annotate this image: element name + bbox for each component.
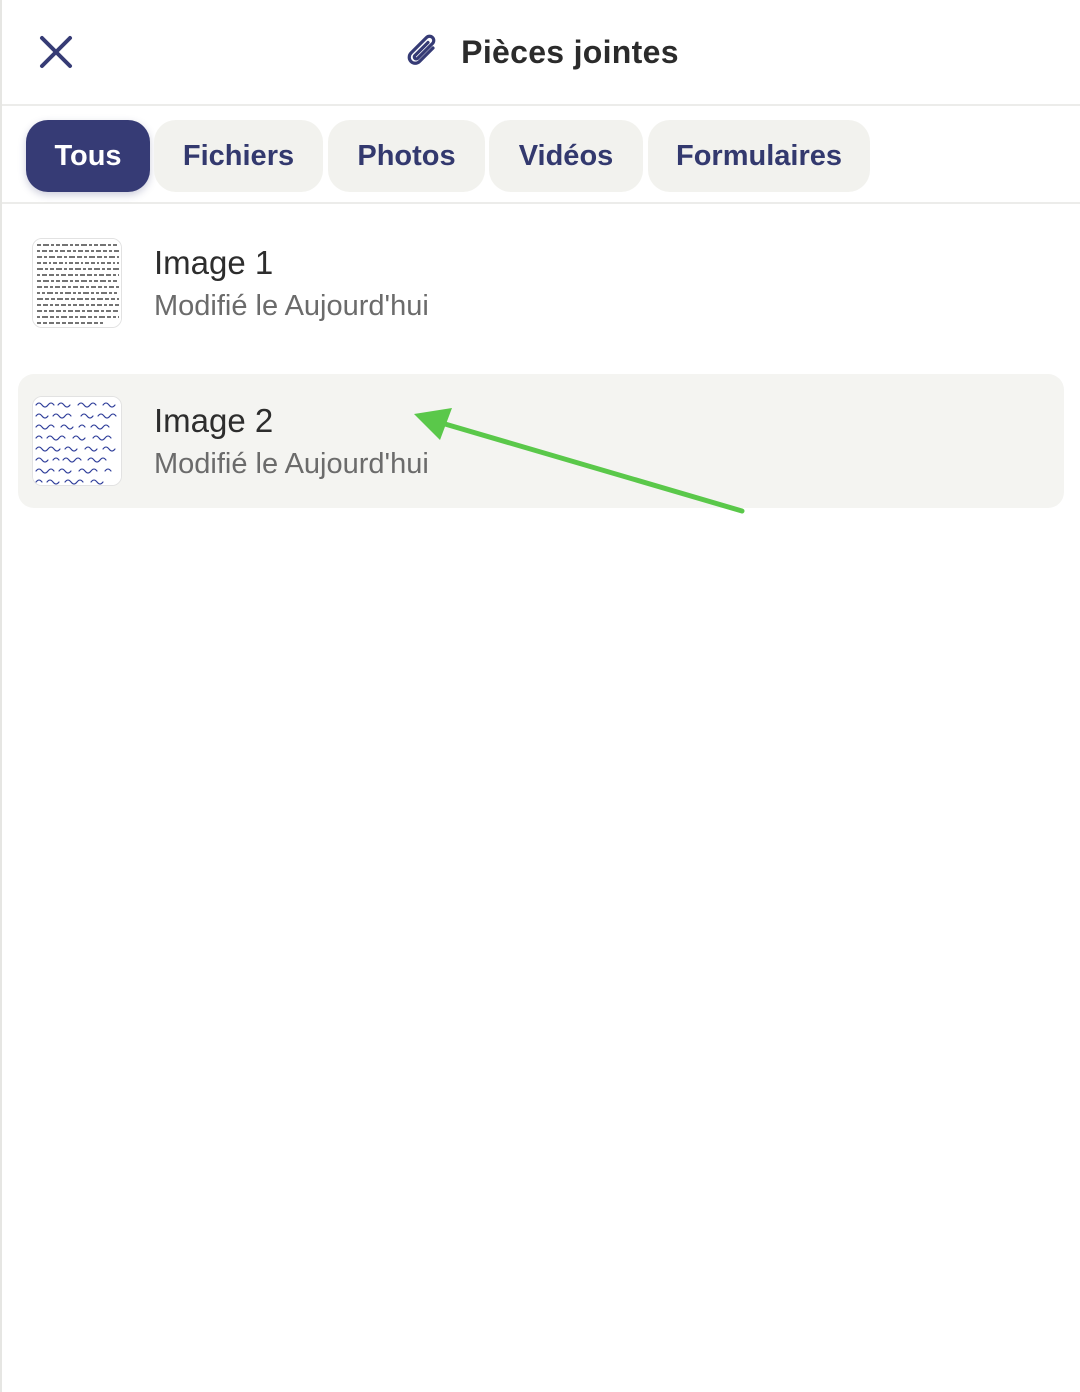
attachments-panel: Pièces jointes Tous Fichiers Photos Vidé… bbox=[0, 0, 1080, 1392]
panel-left-border bbox=[0, 0, 2, 1392]
attachment-title: Image 2 bbox=[154, 402, 274, 439]
thumbnail-printed-document bbox=[32, 238, 122, 328]
tab-tous[interactable]: Tous bbox=[26, 120, 150, 192]
attachment-modified-date: Modifié le Aujourd'hui bbox=[154, 290, 429, 322]
list-item[interactable]: Image 2 Modifié le Aujourd'hui bbox=[18, 374, 1064, 508]
attachment-title: Image 1 bbox=[154, 244, 274, 281]
tab-videos[interactable]: Vidéos bbox=[489, 120, 643, 192]
list-item[interactable]: Image 1 Modifié le Aujourd'hui bbox=[18, 216, 1064, 350]
page-title: Pièces jointes bbox=[461, 33, 679, 70]
tab-fichiers[interactable]: Fichiers bbox=[154, 120, 323, 192]
tab-photos[interactable]: Photos bbox=[328, 120, 485, 192]
filter-tabs: Tous Fichiers Photos Vidéos Formulaires bbox=[2, 106, 1080, 204]
header: Pièces jointes bbox=[2, 0, 1080, 106]
tab-formulaires[interactable]: Formulaires bbox=[648, 120, 870, 192]
thumbnail-handwritten-document bbox=[32, 396, 122, 486]
page-title-group: Pièces jointes bbox=[2, 24, 1080, 80]
annotation-arrow-icon bbox=[414, 408, 745, 514]
paperclip-icon bbox=[407, 34, 436, 65]
attachment-modified-date: Modifié le Aujourd'hui bbox=[154, 448, 429, 480]
